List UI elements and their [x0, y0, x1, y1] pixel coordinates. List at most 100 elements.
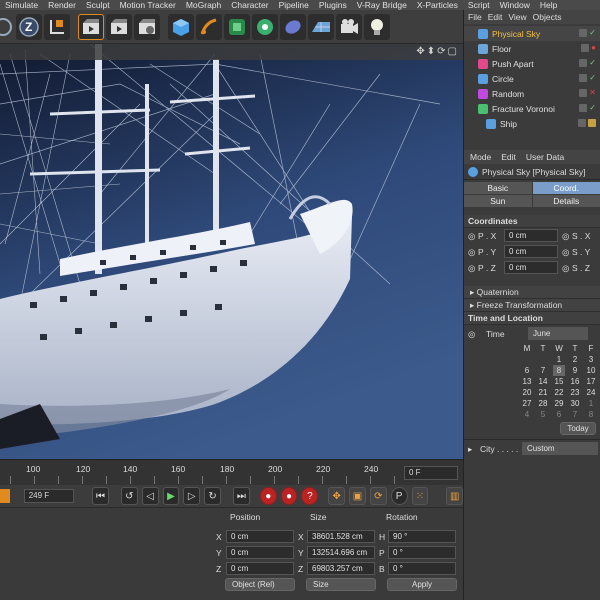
keyframe-selection-icon[interactable]: ? — [301, 487, 319, 505]
pen-spline-icon[interactable] — [196, 13, 222, 40]
go-to-next-key-icon[interactable]: ↻ — [204, 487, 221, 505]
calendar-day[interactable]: 5 — [537, 409, 549, 420]
rotation-p-field[interactable]: 0 ° — [388, 546, 456, 559]
coordinate-system-icon[interactable] — [44, 13, 70, 40]
calendar-day[interactable]: 1 — [553, 354, 565, 365]
object-row[interactable]: Floor ● — [464, 41, 600, 56]
calendar-day[interactable]: 27 — [521, 398, 533, 409]
menu-item[interactable]: V-Ray Bridge — [352, 0, 412, 10]
render-settings-icon[interactable] — [134, 13, 160, 40]
calendar-day[interactable]: 4 — [521, 409, 533, 420]
scale-key-icon[interactable]: ▣ — [349, 487, 366, 505]
calendar-day[interactable]: 21 — [537, 387, 549, 398]
disabled-x-icon[interactable]: ✕ — [589, 89, 596, 97]
p-x-field[interactable]: 0 cm — [504, 229, 558, 242]
objects-menu-item[interactable]: View — [508, 12, 526, 22]
camera-icon[interactable] — [336, 13, 362, 40]
city-dropdown[interactable]: Custom — [522, 442, 598, 455]
visibility-flags[interactable]: ✓ — [579, 59, 596, 67]
calendar-day[interactable]: 28 — [537, 398, 549, 409]
rotation-b-field[interactable]: 0 ° — [388, 562, 456, 575]
object-row[interactable]: Ship — [464, 116, 600, 131]
cloner-icon[interactable] — [252, 13, 278, 40]
cube-icon[interactable] — [168, 13, 194, 40]
floor-icon[interactable] — [308, 13, 334, 40]
calendar-day[interactable]: 8 — [553, 365, 565, 376]
calendar-day[interactable]: 6 — [553, 409, 565, 420]
menu-item[interactable]: MoGraph — [181, 0, 226, 10]
attr-menu-item[interactable]: Mode — [470, 152, 491, 162]
enabled-check-icon[interactable]: ✓ — [589, 59, 596, 67]
quaternion-group[interactable]: ▸ Quaternion — [464, 286, 600, 299]
tab-details[interactable]: Details — [532, 195, 600, 207]
go-to-end-icon[interactable]: ⏭ — [233, 487, 250, 505]
calendar-day[interactable]: 7 — [537, 365, 549, 376]
size-mode-dropdown[interactable]: Size — [306, 578, 376, 591]
radio-icon[interactable]: ◎ — [562, 231, 569, 242]
visibility-flags[interactable]: ✓ — [579, 29, 596, 37]
calendar-day[interactable]: 15 — [553, 376, 565, 387]
menu-item[interactable]: Motion Tracker — [115, 0, 181, 10]
layer-flag-icon[interactable] — [579, 89, 588, 97]
menu-item[interactable]: Script — [463, 0, 495, 10]
go-to-previous-key-icon[interactable]: ↺ — [120, 487, 138, 505]
menu-item[interactable]: Character — [226, 0, 273, 10]
current-frame-field[interactable]: 0 F — [404, 466, 458, 480]
radio-icon[interactable]: ◎ — [468, 231, 475, 242]
tag-icon[interactable] — [588, 119, 596, 127]
layer-flag-icon[interactable] — [579, 74, 588, 82]
calendar-day[interactable]: 17 — [585, 376, 597, 387]
calendar-day[interactable]: 30 — [569, 398, 581, 409]
position-x-field[interactable]: 0 cm — [226, 530, 294, 543]
record-active-icon[interactable]: ● — [259, 487, 277, 505]
rotate-key-icon[interactable]: ⟳ — [369, 487, 387, 505]
autokey-icon[interactable]: ● — [280, 487, 298, 505]
calendar-day[interactable]: 24 — [585, 387, 597, 398]
attr-menu-item[interactable]: Edit — [501, 152, 516, 162]
tab-sun[interactable]: Sun — [464, 195, 532, 207]
tab-basic[interactable]: Basic — [464, 182, 532, 194]
position-y-field[interactable]: 0 cm — [226, 546, 294, 559]
layer-flag-icon[interactable] — [579, 29, 588, 37]
calendar-day[interactable]: 22 — [553, 387, 565, 398]
size-x-field[interactable]: 38601.528 cm — [307, 530, 375, 543]
calendar-day[interactable]: 8 — [585, 409, 597, 420]
parameter-key-icon[interactable]: P — [390, 487, 408, 505]
p-z-field[interactable]: 0 cm — [504, 261, 558, 274]
visibility-flags[interactable]: ✕ — [579, 89, 596, 97]
calendar-day[interactable]: 1 — [585, 398, 597, 409]
next-frame-icon[interactable]: ▷ — [183, 487, 201, 505]
render-picture-viewer-icon[interactable] — [106, 13, 132, 40]
calendar-day[interactable]: 29 — [553, 398, 565, 409]
status-dot-icon[interactable]: ● — [591, 44, 596, 52]
object-row[interactable]: Circle ✓ — [464, 71, 600, 86]
visibility-flags[interactable] — [578, 119, 596, 127]
layer-flag-icon[interactable] — [579, 104, 588, 112]
object-row[interactable]: Fracture Voronoi ✓ — [464, 101, 600, 116]
today-button[interactable]: Today — [560, 422, 596, 435]
timeline-window-icon[interactable]: ▥ — [446, 487, 464, 505]
menu-item[interactable]: Plugins — [314, 0, 352, 10]
size-y-field[interactable]: 132514.696 cm — [307, 546, 375, 559]
menu-item[interactable]: Window — [495, 0, 535, 10]
visibility-flags[interactable]: ● — [581, 44, 596, 52]
calendar-day[interactable]: 20 — [521, 387, 533, 398]
end-frame-field[interactable]: 249 F — [23, 489, 75, 503]
radio-icon[interactable]: ◎ — [562, 263, 569, 274]
layer-flag-icon[interactable] — [579, 59, 588, 67]
layer-flag-icon[interactable] — [578, 119, 586, 127]
radio-icon[interactable]: ◎ — [468, 263, 475, 274]
attr-menu-item[interactable]: User Data — [526, 152, 564, 162]
play-icon[interactable]: ▶ — [162, 487, 180, 505]
move-key-icon[interactable]: ✥ — [328, 487, 346, 505]
viewport[interactable] — [0, 44, 463, 459]
enabled-check-icon[interactable]: ✓ — [589, 74, 596, 82]
visibility-flags[interactable]: ✓ — [579, 104, 596, 112]
calendar-day[interactable]: 14 — [537, 376, 549, 387]
enabled-check-icon[interactable]: ✓ — [589, 104, 596, 112]
radio-icon[interactable]: ◎ — [468, 329, 475, 340]
light-icon[interactable] — [364, 13, 390, 40]
menu-item[interactable]: X-Particles — [412, 0, 463, 10]
calendar-day[interactable]: 7 — [569, 409, 581, 420]
previous-frame-icon[interactable]: ◁ — [141, 487, 159, 505]
